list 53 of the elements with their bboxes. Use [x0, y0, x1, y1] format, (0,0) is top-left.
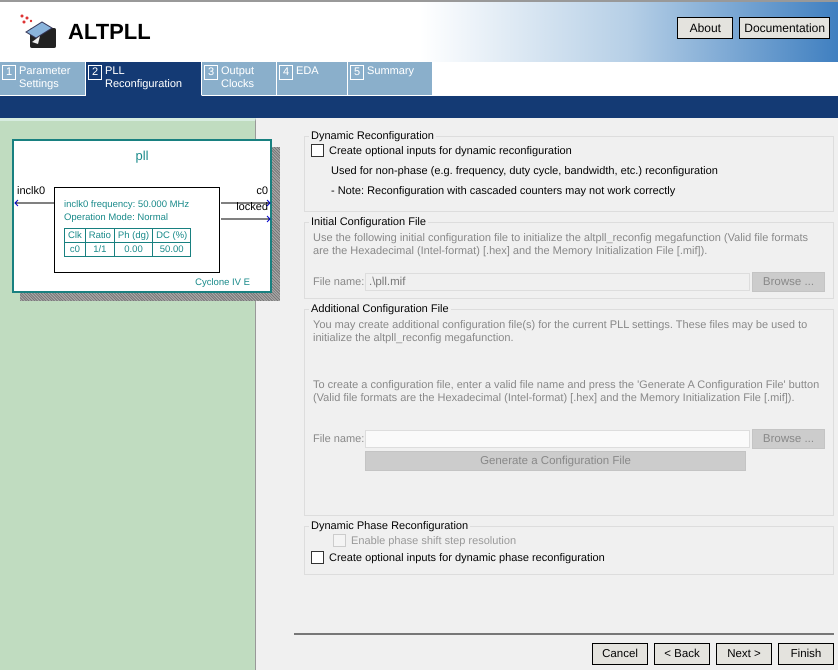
header-button[interactable]: Documentation — [739, 17, 830, 39]
pll-info-text: Operation Mode: Normal — [64, 211, 170, 224]
output-port-label: c0 — [256, 185, 268, 197]
group-title: Dynamic Reconfiguration — [310, 130, 435, 142]
field-label: File name: — [313, 276, 363, 288]
group-title: Additional Configuration File — [310, 303, 450, 315]
table-cell: c0 — [64, 242, 86, 256]
wizard-tab[interactable]: 3 Output Clocks — [202, 62, 277, 96]
checkbox[interactable] — [311, 551, 324, 564]
table-cell: 50.00 — [152, 242, 191, 256]
group-title: Initial Configuration File — [310, 216, 427, 228]
wizard-tab[interactable]: 4 EDA — [277, 62, 348, 96]
tab-label: Parameter Settings — [19, 65, 70, 92]
field-label: File name: — [313, 433, 363, 445]
tab-number: 5 — [350, 65, 364, 80]
wizard-tab[interactable]: 2 PLL Reconfiguration — [86, 62, 202, 96]
tab-number: 4 — [279, 65, 293, 80]
table-header-cell: Ph (dg) — [114, 228, 153, 242]
block-title: pll — [134, 148, 150, 163]
table-header-cell: Ratio — [85, 228, 114, 242]
wizard-button[interactable]: Finish — [778, 643, 834, 665]
table-cell: 0.00 — [114, 242, 153, 256]
description-text: To create a configuration file, enter a valid file name and press the 'Generate A Configuration File' button (Valid file formats are the Hexadecimal (Intel-format) [.hex] and the Memory Initialization File [.mif]). — [313, 379, 820, 405]
tab-number: 2 — [88, 65, 102, 80]
checkbox-label: Enable phase shift step resolution — [351, 534, 516, 546]
tab-label: EDA — [296, 65, 319, 79]
wizard-tab[interactable]: 1 Parameter Settings — [0, 62, 86, 96]
tab-number: 3 — [204, 65, 218, 80]
note-text: - Note: Reconfiguration with cascaded counters may not work correctly — [331, 185, 676, 197]
input-port-label: inclk0 — [17, 185, 46, 197]
table-header-cell: Clk — [64, 228, 86, 242]
tab-label: Output Clocks — [221, 65, 254, 92]
table-header-cell: DC (%) — [152, 228, 191, 242]
app-title: ALTPLL — [68, 19, 151, 45]
note-text: Used for non-phase (e.g. frequency, duty cycle, bandwidth, etc.) reconfiguration — [331, 165, 719, 177]
wizard-button[interactable]: Cancel — [592, 643, 648, 665]
tab-label: Summary — [367, 65, 414, 79]
device-label: Cyclone IV E — [195, 277, 250, 288]
output-port-label: locked — [236, 201, 268, 213]
wizard-button[interactable]: < Back — [654, 643, 710, 665]
table-cell: 1/1 — [85, 242, 114, 256]
wizard-tab[interactable]: 5 Summary — [348, 62, 433, 96]
description-text: You may create additional configuration file(s) for the current PLL settings. These files may be used to initialize the altpll_reconfig megafunction. — [313, 319, 808, 345]
wizard-button[interactable]: Next > — [716, 643, 772, 665]
checkbox[interactable] — [311, 144, 324, 157]
description-text: Use the following initial configuration file to initialize the altpll_reconfig megafunction (Valid file formats are the Hexadecimal (Intel-format) [.hex] and the Memory Initialization File [.mif]). — [313, 232, 810, 258]
header-button[interactable]: About — [677, 17, 734, 39]
checkbox-label: Create optional inputs for dynamic reconfiguration — [329, 144, 572, 156]
tab-number: 1 — [2, 65, 16, 80]
group-title: Dynamic Phase Reconfiguration — [310, 520, 470, 532]
pll-info-text: inclk0 frequency: 50.000 MHz — [64, 198, 190, 211]
tab-label: PLL Reconfiguration — [105, 65, 182, 92]
checkbox-label: Create optional inputs for dynamic phase reconfiguration — [329, 552, 605, 564]
